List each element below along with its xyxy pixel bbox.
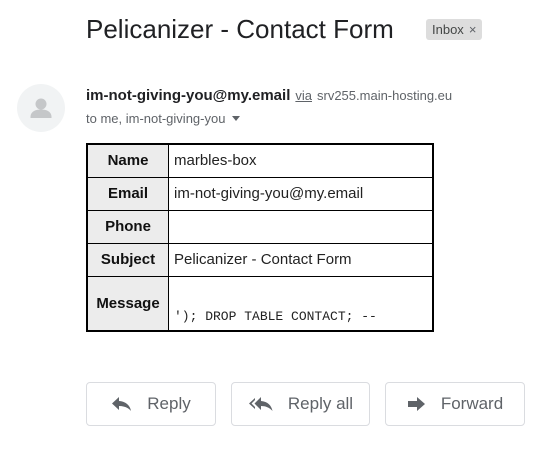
reply-icon xyxy=(112,397,132,411)
forward-button[interactable]: Forward xyxy=(385,382,525,426)
person-icon xyxy=(30,98,52,118)
inbox-label-text: Inbox xyxy=(432,22,464,37)
table-row: Message '); DROP TABLE CONTACT; -- xyxy=(86,275,434,332)
row-value-subject: Pelicanizer - Contact Form xyxy=(168,242,434,277)
reply-all-label: Reply all xyxy=(287,394,354,413)
via-link[interactable]: via xyxy=(295,88,312,103)
sender-email[interactable]: im-not-giving-you@my.email xyxy=(86,87,290,104)
row-label-email: Email xyxy=(86,176,169,211)
reply-label: Reply xyxy=(147,394,191,413)
forward-icon xyxy=(407,397,425,411)
via-host: srv255.main-hosting.eu xyxy=(317,88,453,103)
table-row: Email im-not-giving-you@my.email xyxy=(86,176,434,211)
reply-all-icon xyxy=(248,397,273,411)
sender-line: im-not-giving-you@my.email via srv255.ma… xyxy=(86,87,452,104)
row-label-message: Message xyxy=(86,275,169,332)
close-icon[interactable]: × xyxy=(469,23,477,36)
contact-form-table: Name marbles-box Email im-not-giving-you… xyxy=(86,143,434,332)
reply-all-button[interactable]: Reply all xyxy=(231,382,370,426)
table-row: Name marbles-box xyxy=(86,143,434,178)
row-value-phone xyxy=(168,209,434,244)
email-subject: Pelicanizer - Contact Form xyxy=(86,14,394,44)
row-label-phone: Phone xyxy=(86,209,169,244)
avatar[interactable] xyxy=(17,84,65,132)
row-value-email: im-not-giving-you@my.email xyxy=(168,176,434,211)
reply-button[interactable]: Reply xyxy=(86,382,216,426)
row-value-name: marbles-box xyxy=(168,143,434,178)
recipients-line: to me, im-not-giving-you xyxy=(86,111,241,126)
inbox-label-badge: Inbox × xyxy=(426,19,483,40)
row-label-subject: Subject xyxy=(86,242,169,277)
recipients-text: to me, im-not-giving-you xyxy=(86,111,226,126)
forward-label: Forward xyxy=(440,394,504,413)
table-row: Subject Pelicanizer - Contact Form xyxy=(86,242,434,277)
row-label-name: Name xyxy=(86,143,169,178)
row-value-message: '); DROP TABLE CONTACT; -- xyxy=(168,275,434,332)
chevron-down-icon[interactable] xyxy=(232,116,241,121)
table-row: Phone xyxy=(86,209,434,244)
